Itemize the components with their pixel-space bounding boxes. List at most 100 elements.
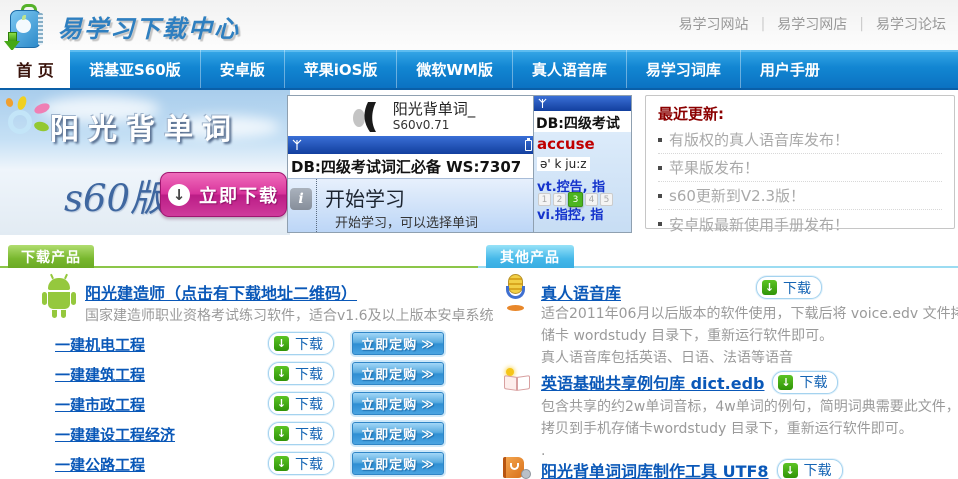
phone2-body: accuse ə' k ju:z vt.控告, 指 1 2 3 4 5 vi.指… [534, 132, 631, 233]
bullet-icon [658, 166, 662, 170]
link-website[interactable]: 易学习网站 [679, 14, 749, 34]
order-now-button[interactable]: 立即定购 ≫ [352, 332, 444, 355]
banner-download-button[interactable]: ↓ 立即下载 [160, 172, 287, 217]
order-now-button[interactable]: 立即定购 ≫ [352, 422, 444, 445]
download-row: 一建市政工程 ↓ 下载 立即定购 ≫ [0, 390, 478, 420]
update-item[interactable]: 安卓版最新使用手册发布！ [658, 210, 942, 238]
download-rows: 一建机电工程 ↓ 下载 立即定购 ≫ 一建建筑工程 ↓ 下载 立即定购 ≫ 一建… [0, 330, 478, 479]
nav-tab-dictionary[interactable]: 易学习词库 [626, 50, 740, 88]
course-link-jidian[interactable]: 一建机电工程 [55, 334, 145, 355]
download-arrow-icon: ↓ [762, 280, 777, 295]
page-button-3-active[interactable]: 3 [568, 192, 583, 207]
download-button[interactable]: ↓ 下载 [268, 392, 334, 415]
order-now-button[interactable]: 立即定购 ≫ [352, 452, 444, 475]
download-row: 一建公路工程 ↓ 下载 立即定购 ≫ [0, 450, 478, 479]
book-icon [503, 368, 531, 394]
download-button[interactable]: ↓ 下载 [268, 362, 334, 385]
microphone-icon [503, 274, 529, 312]
voice-library-link[interactable]: 真人语音库 [541, 280, 621, 304]
phone1-db-line: DB:四级考试词汇必备 WS:7307 [288, 154, 536, 177]
nav-tab-android[interactable]: 安卓版 [200, 50, 284, 88]
nav-tab-voice-library[interactable]: 真人语音库 [512, 50, 626, 88]
bullet-icon [658, 222, 662, 226]
page-button-1[interactable]: 1 [538, 193, 551, 206]
recent-updates-panel: 最近更新: 有版权的真人语音库发布！ 苹果版发布！ s60更新到V2.3版！ 安… [645, 95, 955, 229]
download-arrow-icon: ↓ [778, 375, 793, 390]
info-icon: i [290, 188, 312, 210]
download-row: 一建机电工程 ↓ 下载 立即定购 ≫ [0, 330, 478, 360]
course-link-jingji[interactable]: 一建建设工程经济 [55, 424, 175, 445]
tab-other-products[interactable]: 其他产品 [486, 245, 574, 268]
download-button[interactable]: ↓ 下载 [268, 452, 334, 475]
page: 易学习下载中心 易学习网站 | 易学习网店 | 易学习论坛 首 页 诺基亚S60… [0, 0, 958, 479]
course-link-jianzhu[interactable]: 一建建筑工程 [55, 364, 145, 385]
backpack-logo-icon [6, 4, 50, 49]
download-arrow-icon: ↓ [783, 463, 798, 478]
promo-banner: 阳光背单词 s60版 ↓ 立即下载 [0, 90, 290, 235]
phone1-menu-desc: 开始学习，可以选择单词 [325, 212, 478, 231]
wordlist-tool-link[interactable]: 阳光背单词词库制作工具 UTF8 [541, 458, 769, 479]
nav-tab-ios[interactable]: 苹果iOS版 [284, 50, 397, 88]
phone1-menu-title: 开始学习 [325, 179, 478, 212]
app-logo-icon [349, 100, 383, 132]
product-description: 国家建造师职业资格考试练习软件，适合v1.6及以上版本安卓系统 [85, 305, 494, 325]
download-arrow-icon: ↓ [274, 456, 289, 471]
phone2-word: accuse [537, 135, 631, 153]
nav-tab-manual[interactable]: 用户手册 [740, 50, 839, 88]
download-button[interactable]: ↓ 下载 [756, 276, 822, 299]
download-row: 一建建筑工程 ↓ 下载 立即定购 ≫ [0, 360, 478, 390]
double-chevron-icon: ≫ [421, 427, 435, 441]
recent-updates-title: 最近更新: [658, 103, 942, 124]
course-link-gonglu[interactable]: 一建公路工程 [55, 454, 145, 475]
product-title-link[interactable]: 阳光建造师（点击有下载地址二维码） [85, 280, 357, 304]
phone1-selected-menu[interactable]: i 开始学习 开始学习，可以选择单词 [288, 178, 536, 233]
signal-icon [538, 98, 547, 109]
phone1-statusbar [288, 136, 536, 154]
download-button[interactable]: ↓ 下载 [777, 459, 843, 479]
download-arrow-icon: ↓ [274, 396, 289, 411]
wordlist-tool-icon [503, 456, 531, 479]
download-button[interactable]: ↓ 下载 [268, 422, 334, 445]
download-button[interactable]: ↓ 下载 [268, 332, 334, 355]
tab-download-products[interactable]: 下载产品 [8, 245, 94, 268]
order-now-button[interactable]: 立即定购 ≫ [352, 392, 444, 415]
bullet-icon [658, 194, 662, 198]
link-store[interactable]: 易学习网店 [777, 14, 847, 34]
link-divider: | [761, 16, 766, 32]
update-item[interactable]: s60更新到V2.3版！ [658, 182, 942, 210]
update-item[interactable]: 有版权的真人语音库发布！ [658, 126, 942, 154]
banner-subtitle: s60版 [64, 168, 167, 222]
phone-screenshot-2: DB:四级考试 accuse ə' k ju:z vt.控告, 指 1 2 3 … [533, 95, 632, 233]
other-products: 真人语音库 ↓ 下载 适合2011年06月以后版本的软件使用，下载后将 voic… [478, 270, 958, 479]
page-button-4[interactable]: 4 [585, 193, 598, 206]
apple-glyph-icon [16, 19, 31, 33]
page-button-5[interactable]: 5 [600, 193, 613, 206]
double-chevron-icon: ≫ [421, 457, 435, 471]
double-chevron-icon: ≫ [421, 337, 435, 351]
nav-tab-home[interactable]: 首 页 [0, 50, 70, 88]
phone2-statusbar [534, 96, 631, 111]
main-nav: 首 页 诺基亚S60版 安卓版 苹果iOS版 微软WM版 真人语音库 易学习词库… [0, 50, 958, 90]
site-logo[interactable]: 易学习下载中心 [6, 4, 240, 49]
link-forum[interactable]: 易学习论坛 [876, 14, 946, 34]
order-now-button[interactable]: 立即定购 ≫ [352, 362, 444, 385]
top-links: 易学习网站 | 易学习网店 | 易学习论坛 [679, 14, 946, 34]
battery-icon [525, 140, 532, 151]
download-arrow-icon: ↓ [274, 336, 289, 351]
download-arrow-icon: ↓ [168, 184, 190, 206]
example-db-description: 包含共享的约2w单词音标，4w单词的例句，简明词典需要此文件，下 拷贝到手机存储… [541, 396, 958, 462]
example-db-link[interactable]: 英语基础共享例句库 dict.edb [541, 370, 764, 394]
nav-tab-wm[interactable]: 微软WM版 [396, 50, 511, 88]
nav-tab-nokia-s60[interactable]: 诺基亚S60版 [70, 50, 200, 88]
phone-screenshot-1: 阳光背单词_ S60v0.71 DB:四级考试词汇必备 WS:7307 i 开始… [287, 95, 537, 233]
page-button-2[interactable]: 2 [553, 193, 566, 206]
phone2-phonetic: ə' k ju:z [537, 157, 590, 171]
course-link-shizheng[interactable]: 一建市政工程 [55, 394, 145, 415]
voice-library-description: 适合2011年06月以后版本的软件使用，下载后将 voice.edv 文件拷 储… [541, 303, 958, 369]
download-arrow-icon: ↓ [274, 366, 289, 381]
phone2-db-line: DB:四级考试 [534, 111, 631, 132]
download-button[interactable]: ↓ 下载 [772, 371, 838, 394]
banner-title: 阳光背单词 [0, 106, 290, 148]
update-item[interactable]: 苹果版发布！ [658, 154, 942, 182]
phone1-app-version: S60v0.71 [393, 118, 476, 132]
